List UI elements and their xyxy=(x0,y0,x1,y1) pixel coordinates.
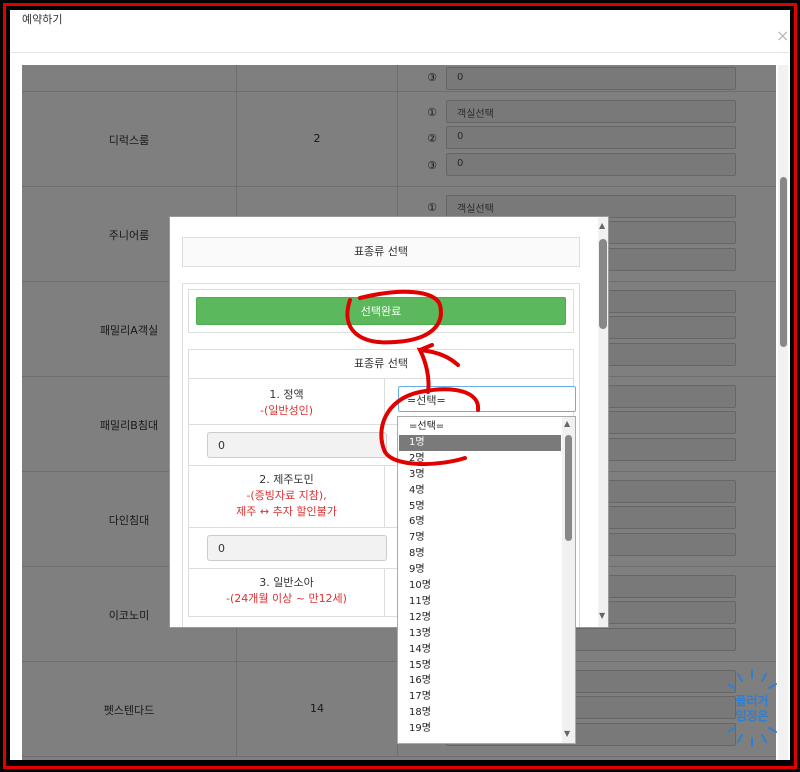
annotation-circle-done xyxy=(345,289,443,345)
annotation-arrow-head xyxy=(418,343,434,352)
annotation-circle-select xyxy=(379,387,481,466)
annotation-overlay xyxy=(345,289,481,466)
annotation-arrow xyxy=(416,347,460,394)
